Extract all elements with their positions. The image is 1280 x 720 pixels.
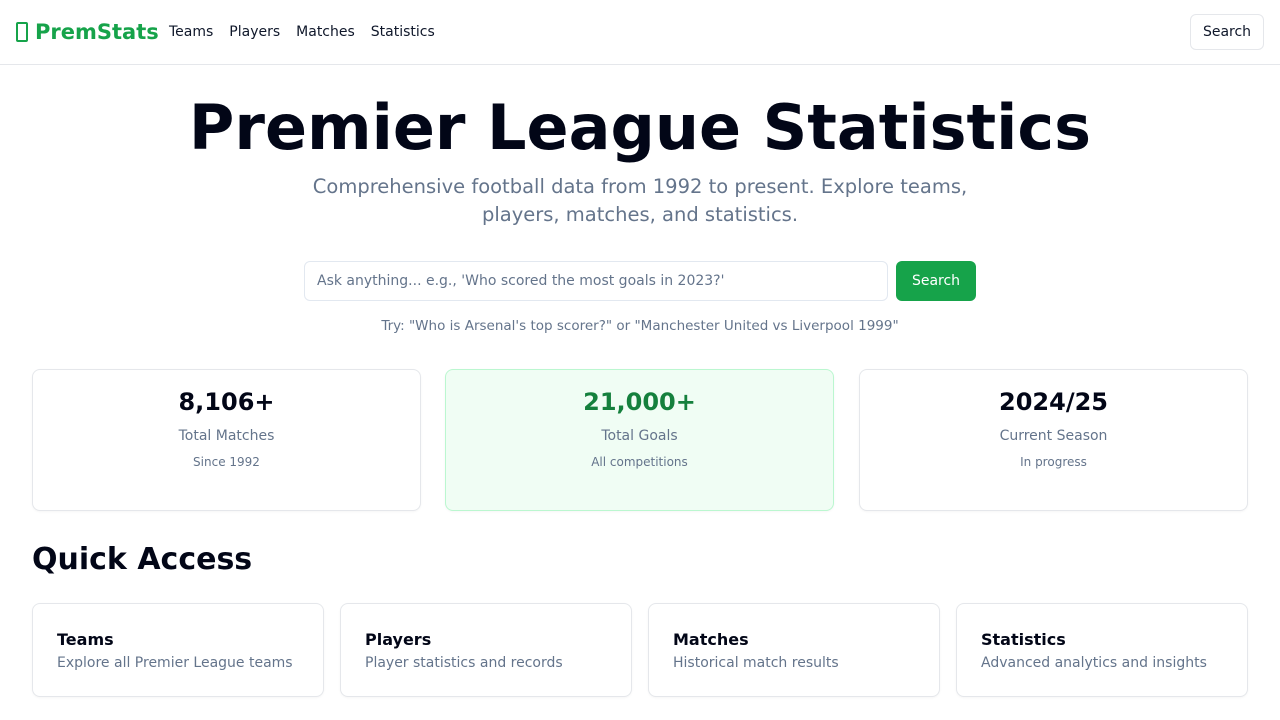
nav-link-matches[interactable]: Matches bbox=[296, 23, 355, 41]
quick-access-card-teams[interactable]: Teams Explore all Premier League teams bbox=[32, 603, 324, 697]
stat-label: Total Matches bbox=[178, 428, 275, 444]
brand-logo-link[interactable]: PremStats bbox=[16, 19, 159, 45]
nav-search-button[interactable]: Search bbox=[1190, 14, 1264, 50]
search-input[interactable] bbox=[304, 261, 888, 301]
quick-access-card-matches[interactable]: Matches Historical match results bbox=[648, 603, 940, 697]
stat-note: All competitions bbox=[591, 455, 688, 469]
quick-access-card-statistics[interactable]: Statistics Advanced analytics and insigh… bbox=[956, 603, 1248, 697]
card-title: Statistics bbox=[981, 630, 1066, 649]
card-title: Players bbox=[365, 630, 432, 649]
search-hint: Try: "Who is Arsenal's top scorer?" or "… bbox=[381, 318, 899, 334]
stat-card-season: 2024/25 Current Season In progress bbox=[859, 369, 1248, 511]
quick-access-card-players[interactable]: Players Player statistics and records bbox=[340, 603, 632, 697]
logo-icon bbox=[16, 22, 28, 42]
card-description: Advanced analytics and insights bbox=[981, 655, 1207, 671]
nav-link-players[interactable]: Players bbox=[229, 23, 280, 41]
brand-name: PremStats bbox=[35, 20, 159, 44]
card-description: Player statistics and records bbox=[365, 655, 563, 671]
card-description: Historical match results bbox=[673, 655, 839, 671]
search-button[interactable]: Search bbox=[896, 261, 976, 301]
nav-link-teams[interactable]: Teams bbox=[169, 23, 213, 41]
stat-label: Total Goals bbox=[601, 428, 678, 444]
card-description: Explore all Premier League teams bbox=[57, 655, 293, 671]
stat-note: In progress bbox=[1020, 455, 1087, 469]
stat-value: 2024/25 bbox=[999, 388, 1108, 416]
navbar: PremStats Teams Players Matches Statisti… bbox=[0, 0, 1280, 65]
card-title: Teams bbox=[57, 630, 114, 649]
stat-value: 21,000+ bbox=[583, 388, 696, 416]
page-subtitle: Comprehensive football data from 1992 to… bbox=[312, 175, 968, 226]
page-title: Premier League Statistics bbox=[188, 91, 1092, 164]
stat-card-goals: 21,000+ Total Goals All competitions bbox=[445, 369, 834, 511]
stat-label: Current Season bbox=[999, 428, 1108, 444]
quick-access-title: Quick Access bbox=[32, 542, 253, 577]
card-title: Matches bbox=[673, 630, 749, 649]
stat-note: Since 1992 bbox=[193, 455, 260, 469]
stat-card-matches: 8,106+ Total Matches Since 1992 bbox=[32, 369, 421, 511]
nav-links: Teams Players Matches Statistics bbox=[169, 23, 435, 41]
nav-link-statistics[interactable]: Statistics bbox=[371, 23, 435, 41]
stat-value: 8,106+ bbox=[178, 388, 275, 416]
